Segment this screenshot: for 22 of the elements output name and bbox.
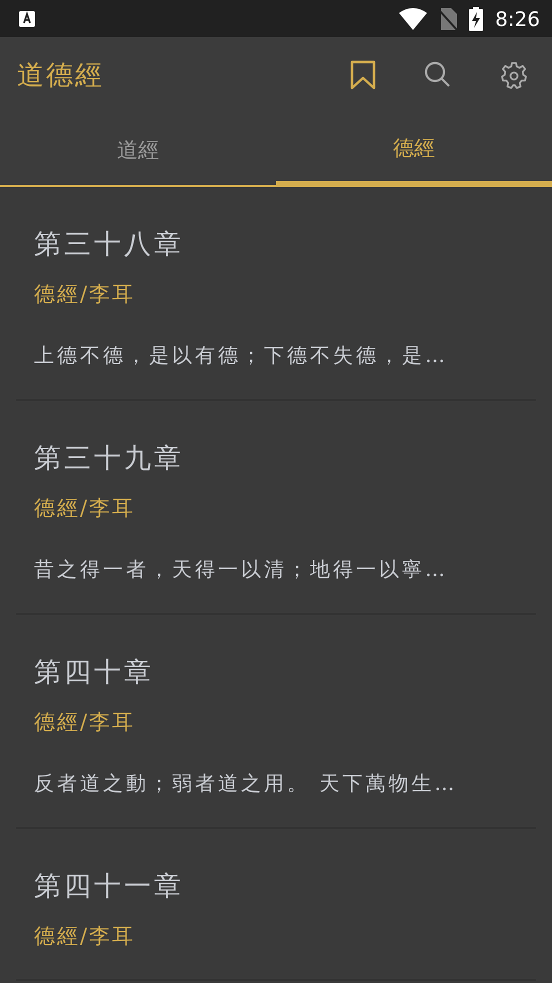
chapter-source: 德經/李耳 — [34, 709, 136, 736]
chapter-excerpt: 昔之得一者，天得一以清；地得一以寧… — [34, 556, 449, 583]
chapter-excerpt: 反者道之動；弱者道之用。 天下萬物生… — [34, 770, 458, 797]
chapter-excerpt: 上德不德，是以有德；下德不失德，是… — [34, 342, 449, 369]
bookmark-icon[interactable] — [350, 60, 376, 90]
no-sim-icon — [439, 8, 458, 30]
chapter-source: 德經/李耳 — [34, 281, 136, 308]
chapter-source: 德經/李耳 — [34, 495, 136, 522]
battery-charging-icon — [469, 6, 484, 30]
tab[interactable]: 道經 — [0, 112, 276, 187]
chapter-source: 德經/李耳 — [34, 923, 136, 950]
keyboard-notification-icon — [19, 10, 35, 26]
chapter-title[interactable]: 第四十章 — [34, 655, 518, 691]
wifi-icon — [399, 8, 428, 30]
settings-icon[interactable] — [500, 60, 528, 88]
search-icon[interactable] — [424, 60, 452, 88]
chapter-title[interactable]: 第四十一章 — [34, 869, 518, 905]
chapter-title[interactable]: 第三十九章 — [34, 441, 518, 477]
tab[interactable]: 德經 — [276, 112, 552, 187]
app-title: 道德經 — [17, 58, 104, 92]
chapter-title[interactable]: 第三十八章 — [34, 227, 518, 263]
status-time: 8:26 — [495, 6, 540, 30]
